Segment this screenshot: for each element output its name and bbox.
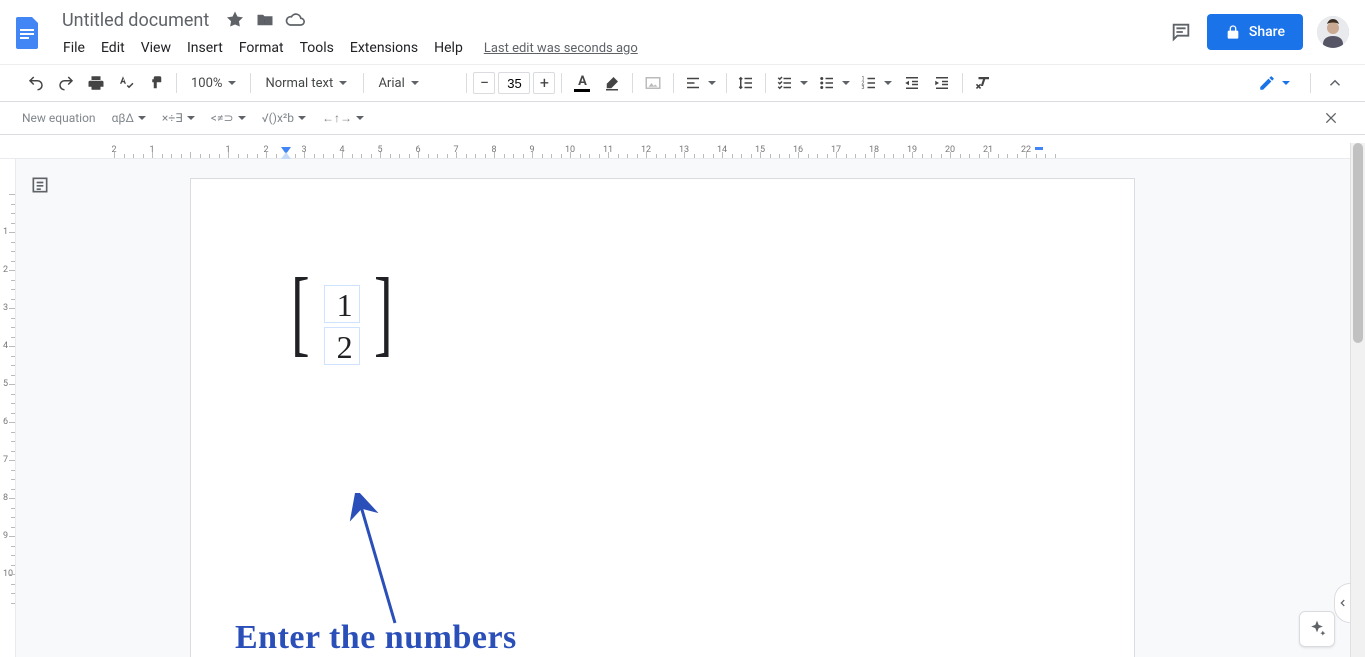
- decrease-font-size-button[interactable]: −: [473, 72, 495, 94]
- insert-image-button[interactable]: [639, 69, 667, 97]
- menu-view[interactable]: View: [134, 36, 178, 60]
- font-size-input[interactable]: [498, 72, 530, 94]
- checklist-dropdown[interactable]: [772, 69, 812, 97]
- font-family-dropdown[interactable]: Arial: [370, 69, 460, 97]
- decrease-indent-button[interactable]: [898, 69, 926, 97]
- menu-help[interactable]: Help: [427, 36, 470, 60]
- zoom-dropdown[interactable]: 100%: [183, 69, 244, 97]
- menu-insert[interactable]: Insert: [180, 36, 230, 60]
- document-canvas: 2112345678910111213141516171819202122 12…: [0, 143, 1365, 657]
- matrix-equation[interactable]: [ 1 2 ]: [287, 279, 396, 371]
- svg-text:3: 3: [862, 85, 865, 91]
- docs-logo[interactable]: [8, 6, 48, 60]
- document-page[interactable]: [ 1 2 ]: [190, 178, 1135, 657]
- matrix-cell-0[interactable]: 1: [324, 285, 360, 323]
- matrix-cell-1[interactable]: 2: [324, 327, 360, 365]
- vertical-scrollbar[interactable]: [1350, 143, 1365, 657]
- new-equation-button[interactable]: New equation: [22, 111, 96, 125]
- menu-format[interactable]: Format: [232, 36, 291, 60]
- line-spacing-dropdown[interactable]: [733, 69, 759, 97]
- menu-tools[interactable]: Tools: [293, 36, 341, 60]
- right-bracket: ]: [374, 270, 393, 380]
- horizontal-ruler[interactable]: 2112345678910111213141516171819202122: [0, 143, 1350, 159]
- move-icon[interactable]: [255, 10, 275, 30]
- side-panel-toggle[interactable]: [1334, 583, 1350, 623]
- paint-format-button[interactable]: [142, 69, 170, 97]
- star-icon[interactable]: [225, 10, 245, 30]
- clear-formatting-button[interactable]: [969, 69, 997, 97]
- relations-dropdown[interactable]: <≠⊃: [205, 106, 252, 130]
- main-toolbar: 100% Normal text Arial − + A 123: [0, 64, 1365, 102]
- cloud-status-icon[interactable]: [285, 10, 305, 30]
- share-label: Share: [1249, 24, 1285, 40]
- explore-button[interactable]: [1299, 611, 1335, 647]
- misc-operations-dropdown[interactable]: ×÷∃: [156, 106, 201, 130]
- align-dropdown[interactable]: [680, 69, 720, 97]
- math-operations-dropdown[interactable]: √()x²b: [256, 106, 313, 130]
- annotation-text: Enter the numbers: [235, 619, 517, 657]
- print-button[interactable]: [82, 69, 110, 97]
- share-button[interactable]: Share: [1207, 14, 1303, 50]
- increase-font-size-button[interactable]: +: [533, 72, 555, 94]
- undo-button[interactable]: [22, 69, 50, 97]
- numbered-list-dropdown[interactable]: 123: [856, 69, 896, 97]
- hide-menus-button[interactable]: [1323, 71, 1347, 95]
- document-title[interactable]: Untitled document: [56, 8, 215, 33]
- menu-extensions[interactable]: Extensions: [343, 36, 425, 60]
- redo-button[interactable]: [52, 69, 80, 97]
- increase-indent-button[interactable]: [928, 69, 956, 97]
- text-color-button[interactable]: A: [568, 69, 596, 97]
- close-equation-toolbar-button[interactable]: [1319, 106, 1343, 130]
- menu-file[interactable]: File: [56, 36, 92, 60]
- left-bracket: [: [291, 270, 310, 380]
- highlight-color-button[interactable]: [598, 69, 626, 97]
- comments-icon[interactable]: [1169, 20, 1193, 44]
- last-edit-link[interactable]: Last edit was seconds ago: [484, 41, 638, 56]
- greek-letters-dropdown[interactable]: αβΔ: [106, 106, 152, 130]
- editing-mode-dropdown[interactable]: [1250, 70, 1298, 96]
- bulleted-list-dropdown[interactable]: [814, 69, 854, 97]
- vertical-ruler[interactable]: 12345678910: [0, 159, 16, 657]
- menu-edit[interactable]: Edit: [94, 36, 132, 60]
- paragraph-style-dropdown[interactable]: Normal text: [257, 69, 357, 97]
- equation-toolbar: New equation αβΔ ×÷∃ <≠⊃ √()x²b ←↑→: [0, 102, 1365, 135]
- arrows-dropdown[interactable]: ←↑→: [316, 106, 370, 130]
- account-avatar[interactable]: [1317, 16, 1349, 48]
- document-outline-button[interactable]: [26, 171, 54, 199]
- spellcheck-button[interactable]: [112, 69, 140, 97]
- menu-bar: File Edit View Insert Format Tools Exten…: [56, 34, 1169, 62]
